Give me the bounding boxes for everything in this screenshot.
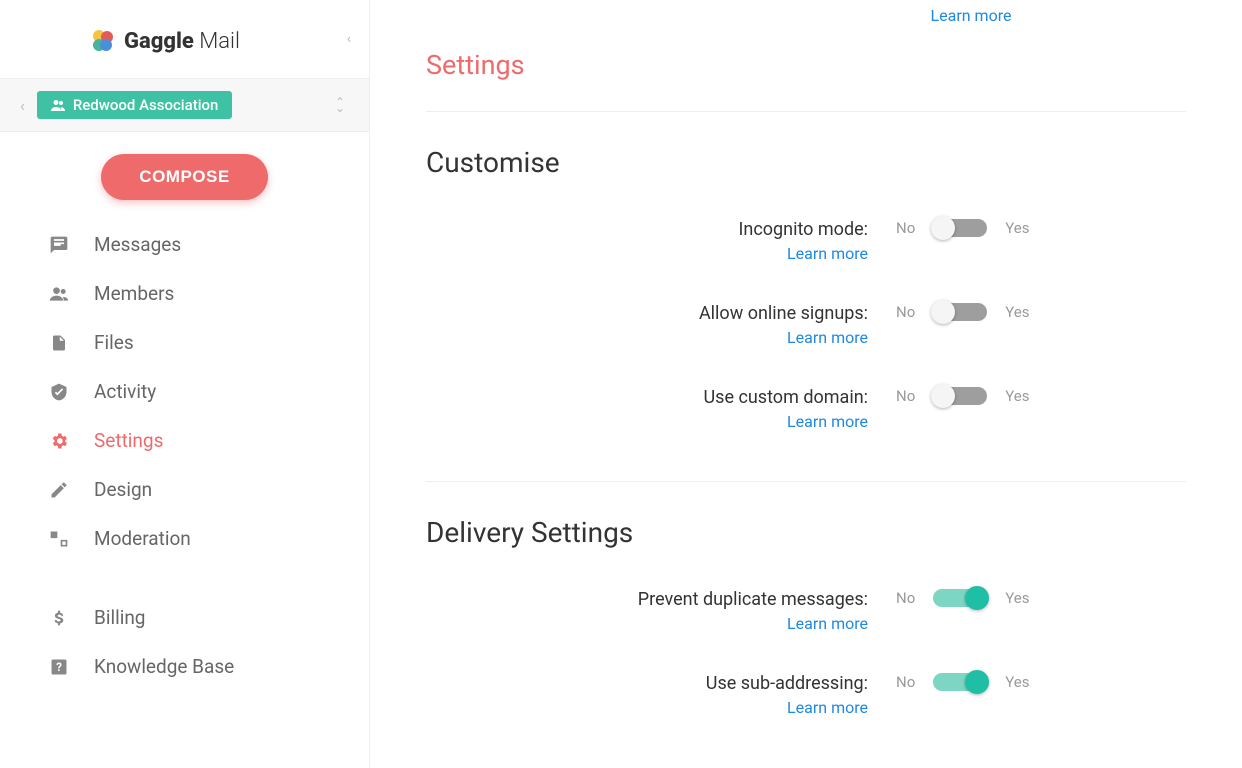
org-pill[interactable]: Redwood Association — [37, 91, 233, 119]
toggle-custom-domain[interactable] — [933, 387, 987, 405]
toggle-incognito[interactable] — [933, 219, 987, 237]
setting-label: Incognito mode: — [426, 219, 868, 240]
nav-moderation[interactable]: Moderation — [0, 514, 369, 563]
people-icon — [51, 99, 65, 111]
setting-label: Allow online signups: — [426, 303, 868, 324]
logo: Gaggle Mail — [90, 28, 240, 54]
nav-label: Messages — [94, 233, 181, 256]
compose-wrap: COMPOSE — [0, 132, 369, 214]
main-content: Learn more Settings Customise Incognito … — [370, 0, 1242, 768]
nav-list: Messages Members Files Activity Settings — [0, 214, 369, 697]
org-name: Redwood Association — [73, 96, 219, 114]
nav-separator — [0, 563, 369, 593]
nav-billing[interactable]: Billing — [0, 593, 369, 642]
nav-label: Knowledge Base — [94, 655, 234, 678]
nav-label: Files — [94, 331, 134, 354]
org-selector-bar: ‹ Redwood Association ⌃⌄ — [0, 79, 369, 132]
svg-text:?: ? — [56, 660, 62, 674]
toggle-no-label: No — [896, 303, 915, 321]
sidebar: Gaggle Mail ‹ ‹ Redwood Association ⌃⌄ C… — [0, 0, 370, 768]
nav-files[interactable]: Files — [0, 318, 369, 367]
toggle-no-label: No — [896, 219, 915, 237]
page-title: Settings — [426, 31, 1186, 112]
toggle-sub-addressing[interactable] — [933, 673, 987, 691]
nav-label: Design — [94, 478, 152, 501]
files-icon — [48, 333, 70, 353]
setting-label: Use custom domain: — [426, 387, 868, 408]
nav-label: Moderation — [94, 527, 191, 550]
nav-label: Members — [94, 282, 174, 305]
activity-icon — [48, 382, 70, 402]
setting-incognito: Incognito mode: Learn more No Yes — [426, 199, 1186, 283]
logo-bar: Gaggle Mail ‹ — [0, 0, 369, 79]
setting-label: Prevent duplicate messages: — [426, 589, 868, 610]
logo-icon — [90, 28, 116, 54]
toggle-yes-label: Yes — [1005, 387, 1029, 405]
top-learn-more-link[interactable]: Learn more — [756, 0, 1186, 31]
collapse-sidebar-icon[interactable]: ‹ — [347, 31, 351, 47]
toggle-yes-label: Yes — [1005, 589, 1029, 607]
setting-label: Use sub-addressing: — [426, 673, 868, 694]
toggle-no-label: No — [896, 673, 915, 691]
nav-label: Activity — [94, 380, 156, 403]
learn-more-link[interactable]: Learn more — [787, 614, 868, 633]
toggle-yes-label: Yes — [1005, 219, 1029, 237]
compose-button[interactable]: COMPOSE — [101, 154, 267, 200]
org-back-icon[interactable]: ‹ — [20, 96, 25, 115]
nav-settings[interactable]: Settings — [0, 416, 369, 465]
learn-more-link[interactable]: Learn more — [787, 244, 868, 263]
help-icon: ? — [48, 657, 70, 677]
logo-text: Gaggle Mail — [124, 29, 240, 54]
nav-members[interactable]: Members — [0, 269, 369, 318]
nav-messages[interactable]: Messages — [0, 220, 369, 269]
nav-knowledge-base[interactable]: ? Knowledge Base — [0, 642, 369, 691]
nav-design[interactable]: Design — [0, 465, 369, 514]
setting-signups: Allow online signups: Learn more No Yes — [426, 283, 1186, 367]
setting-custom-domain: Use custom domain: Learn more No Yes — [426, 367, 1186, 451]
moderation-icon — [48, 529, 70, 549]
nav-activity[interactable]: Activity — [0, 367, 369, 416]
nav-label: Billing — [94, 606, 145, 629]
billing-icon — [48, 608, 70, 628]
toggle-yes-label: Yes — [1005, 303, 1029, 321]
toggle-no-label: No — [896, 387, 915, 405]
nav-label: Settings — [94, 429, 163, 452]
setting-prevent-duplicates: Prevent duplicate messages: Learn more N… — [426, 569, 1186, 653]
setting-sub-addressing: Use sub-addressing: Learn more No Yes — [426, 653, 1186, 737]
org-switcher-icon[interactable]: ⌃⌄ — [335, 99, 345, 111]
toggle-prevent-duplicates[interactable] — [933, 589, 987, 607]
members-icon — [48, 284, 70, 304]
learn-more-link[interactable]: Learn more — [787, 328, 868, 347]
learn-more-link[interactable]: Learn more — [787, 698, 868, 717]
learn-more-link[interactable]: Learn more — [787, 412, 868, 431]
section-customise-title: Customise — [426, 112, 1186, 199]
toggle-yes-label: Yes — [1005, 673, 1029, 691]
toggle-no-label: No — [896, 589, 915, 607]
messages-icon — [48, 235, 70, 255]
section-delivery-title: Delivery Settings — [426, 482, 1186, 569]
design-icon — [48, 480, 70, 500]
settings-icon — [48, 431, 70, 451]
toggle-signups[interactable] — [933, 303, 987, 321]
